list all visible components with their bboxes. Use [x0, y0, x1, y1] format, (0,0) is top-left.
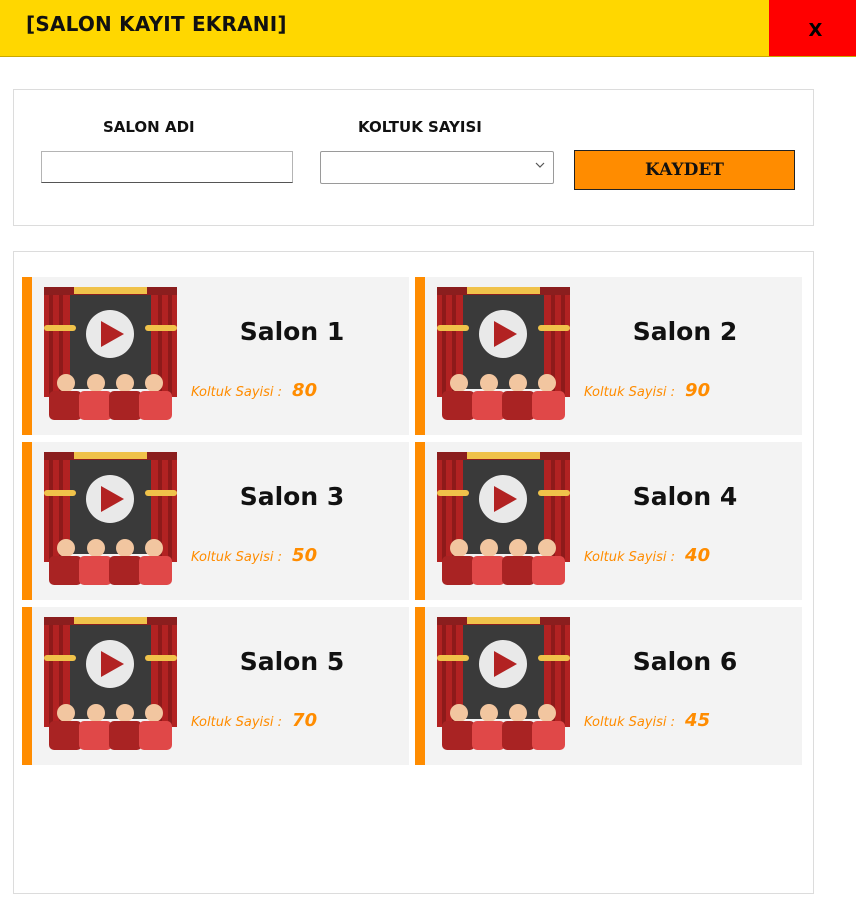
save-button[interactable]: KAYDET	[574, 150, 795, 190]
seat-info: Koltuk Sayisi : 45	[584, 710, 710, 731]
seat-count-value: 90	[685, 380, 711, 401]
salon-card[interactable]: Salon 2 Koltuk Sayisi : 90	[415, 277, 802, 435]
seat-count-value: 70	[292, 710, 318, 731]
salon-name-input[interactable]	[41, 151, 293, 183]
salon-name: Salon 3	[239, 482, 345, 511]
salon-name: Salon 5	[239, 647, 345, 676]
seat-count-caption: Koltuk Sayisi :	[191, 385, 283, 400]
cinema-stage-icon	[437, 452, 570, 585]
cinema-stage-icon	[44, 287, 177, 420]
seat-info: Koltuk Sayisi : 80	[191, 380, 317, 401]
salon-card[interactable]: Salon 4 Koltuk Sayisi : 40	[415, 442, 802, 600]
salon-name: Salon 6	[632, 647, 738, 676]
cinema-stage-icon	[437, 287, 570, 420]
close-button[interactable]: X	[769, 0, 856, 56]
salon-name-label: SALON ADI	[103, 118, 195, 136]
close-label: X	[808, 19, 823, 41]
salon-form-panel: SALON ADI KOLTUK SAYISI KAYDET	[13, 89, 814, 226]
seat-count-caption: Koltuk Sayisi :	[584, 715, 676, 730]
seat-info: Koltuk Sayisi : 90	[584, 380, 710, 401]
seat-count-caption: Koltuk Sayisi :	[584, 550, 676, 565]
seat-count-value: 80	[292, 380, 318, 401]
salon-card[interactable]: Salon 5 Koltuk Sayisi : 70	[22, 607, 409, 765]
seat-count-value: 50	[292, 545, 318, 566]
chevron-down-icon	[535, 162, 545, 168]
window-title: [SALON KAYIT EKRANI]	[26, 12, 287, 36]
seat-count-caption: Koltuk Sayisi :	[191, 715, 283, 730]
salon-card[interactable]: Salon 3 Koltuk Sayisi : 50	[22, 442, 409, 600]
cinema-stage-icon	[44, 452, 177, 585]
seat-info: Koltuk Sayisi : 40	[584, 545, 710, 566]
cinema-stage-icon	[44, 617, 177, 750]
salon-name: Salon 4	[632, 482, 738, 511]
cinema-stage-icon	[437, 617, 570, 750]
seat-count-label: KOLTUK SAYISI	[358, 118, 482, 136]
seat-count-select[interactable]	[320, 151, 554, 184]
seat-count-caption: Koltuk Sayisi :	[584, 385, 676, 400]
titlebar: [SALON KAYIT EKRANI] X	[0, 0, 856, 57]
salon-name: Salon 2	[632, 317, 738, 346]
seat-count-value: 40	[685, 545, 711, 566]
seat-info: Koltuk Sayisi : 70	[191, 710, 317, 731]
seat-count-caption: Koltuk Sayisi :	[191, 550, 283, 565]
seat-count-value: 45	[685, 710, 711, 731]
salon-card[interactable]: Salon 6 Koltuk Sayisi : 45	[415, 607, 802, 765]
seat-info: Koltuk Sayisi : 50	[191, 545, 317, 566]
salon-name: Salon 1	[239, 317, 345, 346]
salon-list-panel: Salon 1 Koltuk Sayisi : 80 Salon 2 Koltuk…	[13, 251, 814, 894]
salon-card[interactable]: Salon 1 Koltuk Sayisi : 80	[22, 277, 409, 435]
